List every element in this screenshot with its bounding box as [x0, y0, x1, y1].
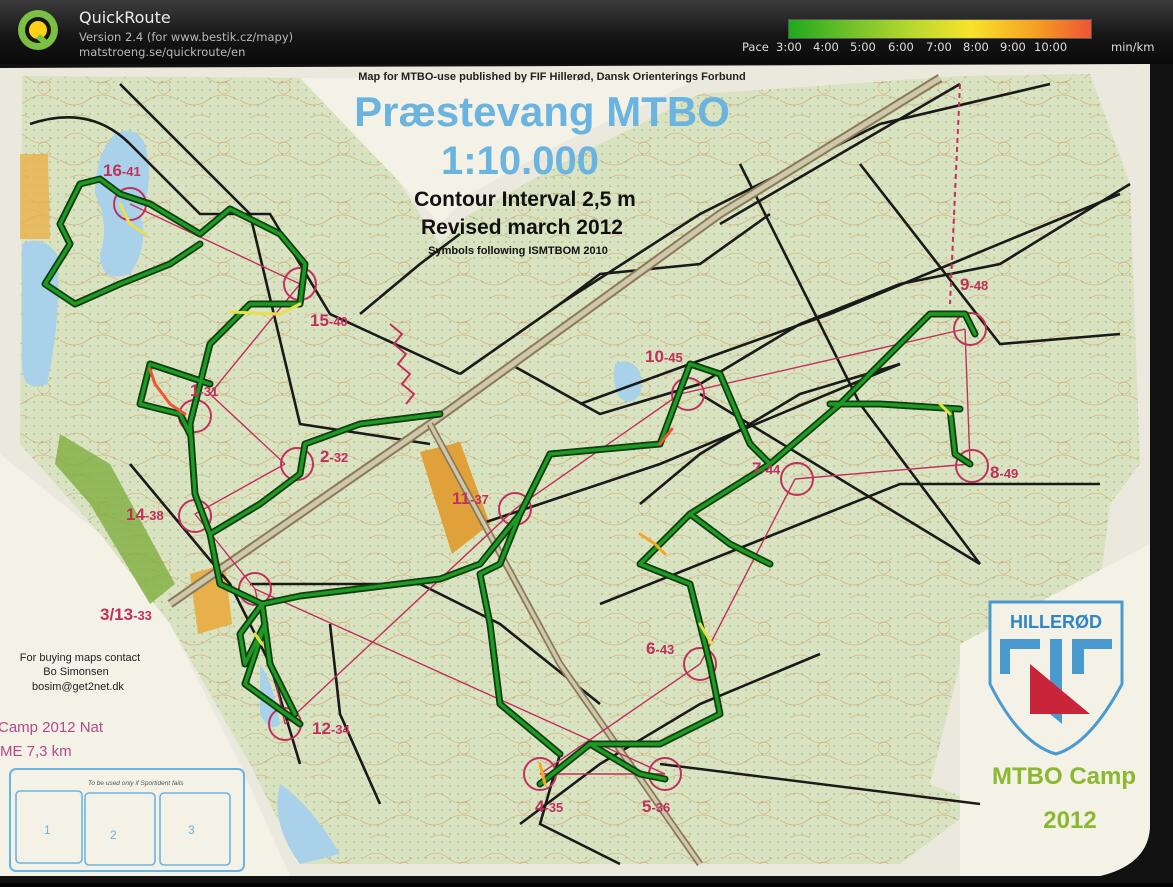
control-label: 4-35 [535, 797, 563, 816]
pace-label: Pace [742, 40, 769, 54]
control-label: 9-48 [960, 275, 988, 294]
map-header-note: Map for MTBO-use published by FIF Hiller… [358, 71, 745, 83]
control-label: 3/13-33 [100, 605, 152, 624]
contact-line: For buying maps contact [20, 652, 140, 664]
map-scale: 1:10.000 [441, 139, 599, 183]
club-name: HILLERØD [1010, 612, 1102, 632]
app-url: matstroeng.se/quickroute/en [79, 45, 246, 59]
pace-unit: min/km [1111, 40, 1155, 54]
pace-tick: 9:00 [1000, 40, 1026, 54]
quickroute-logo-icon [18, 10, 58, 50]
map-contour: Contour Interval 2,5 m [414, 188, 636, 211]
pace-tick: 8:00 [963, 40, 989, 54]
map-viewport[interactable]: Map for MTBO-use published by FIF Hiller… [0, 64, 1173, 883]
punch-box-number: 3 [188, 823, 195, 837]
app-title: QuickRoute [79, 8, 171, 27]
pace-tick: 6:00 [888, 40, 914, 54]
pace-tick: 10:00 [1034, 40, 1068, 54]
control-label: 16-41 [103, 161, 141, 180]
pace-tick: 5:00 [850, 40, 876, 54]
app-version: Version 2.4 (for www.bestik.cz/mapy) [79, 30, 294, 44]
contact-line: bosim@get2net.dk [32, 681, 124, 693]
map-symbols: Symbols following ISMTBOM 2010 [428, 245, 608, 257]
control-label: 7-44 [752, 459, 781, 478]
pace-tick: 4:00 [813, 40, 839, 54]
pace-color-legend [788, 19, 1092, 39]
punch-box-number: 2 [110, 828, 117, 842]
contact-line: Bo Simonsen [43, 666, 108, 678]
punch-box-caption: To be used only if Sportident fails [88, 780, 184, 787]
course-length: ME 7,3 km [0, 743, 72, 760]
control-label: 10-45 [645, 347, 683, 366]
punch-box-number: 1 [44, 823, 51, 837]
control-label: 2-32 [320, 447, 348, 466]
pace-tick: 3:00 [776, 40, 802, 54]
pace-tick: 7:00 [926, 40, 952, 54]
open-field [20, 154, 50, 239]
map-title: Præstevang MTBO [354, 88, 730, 135]
control-label: 15-40 [310, 311, 348, 330]
control-label: 5-36 [642, 797, 670, 816]
camp-title: MTBO Camp [992, 763, 1136, 790]
control-label: 14-38 [126, 505, 164, 524]
orienteering-map[interactable]: Map for MTBO-use published by FIF Hiller… [0, 64, 1173, 883]
app-header: QuickRoute Version 2.4 (for www.bestik.c… [0, 0, 1173, 64]
control-label: 11-37 [452, 489, 489, 508]
control-label: 12-34 [312, 719, 350, 738]
control-label: 6-43 [646, 639, 674, 658]
course-name: Camp 2012 Nat [0, 719, 104, 736]
camp-year: 2012 [1043, 807, 1096, 834]
control-label: 1-31 [190, 381, 218, 400]
control-label: 8-49 [990, 463, 1018, 482]
map-revised: Revised march 2012 [421, 216, 623, 239]
